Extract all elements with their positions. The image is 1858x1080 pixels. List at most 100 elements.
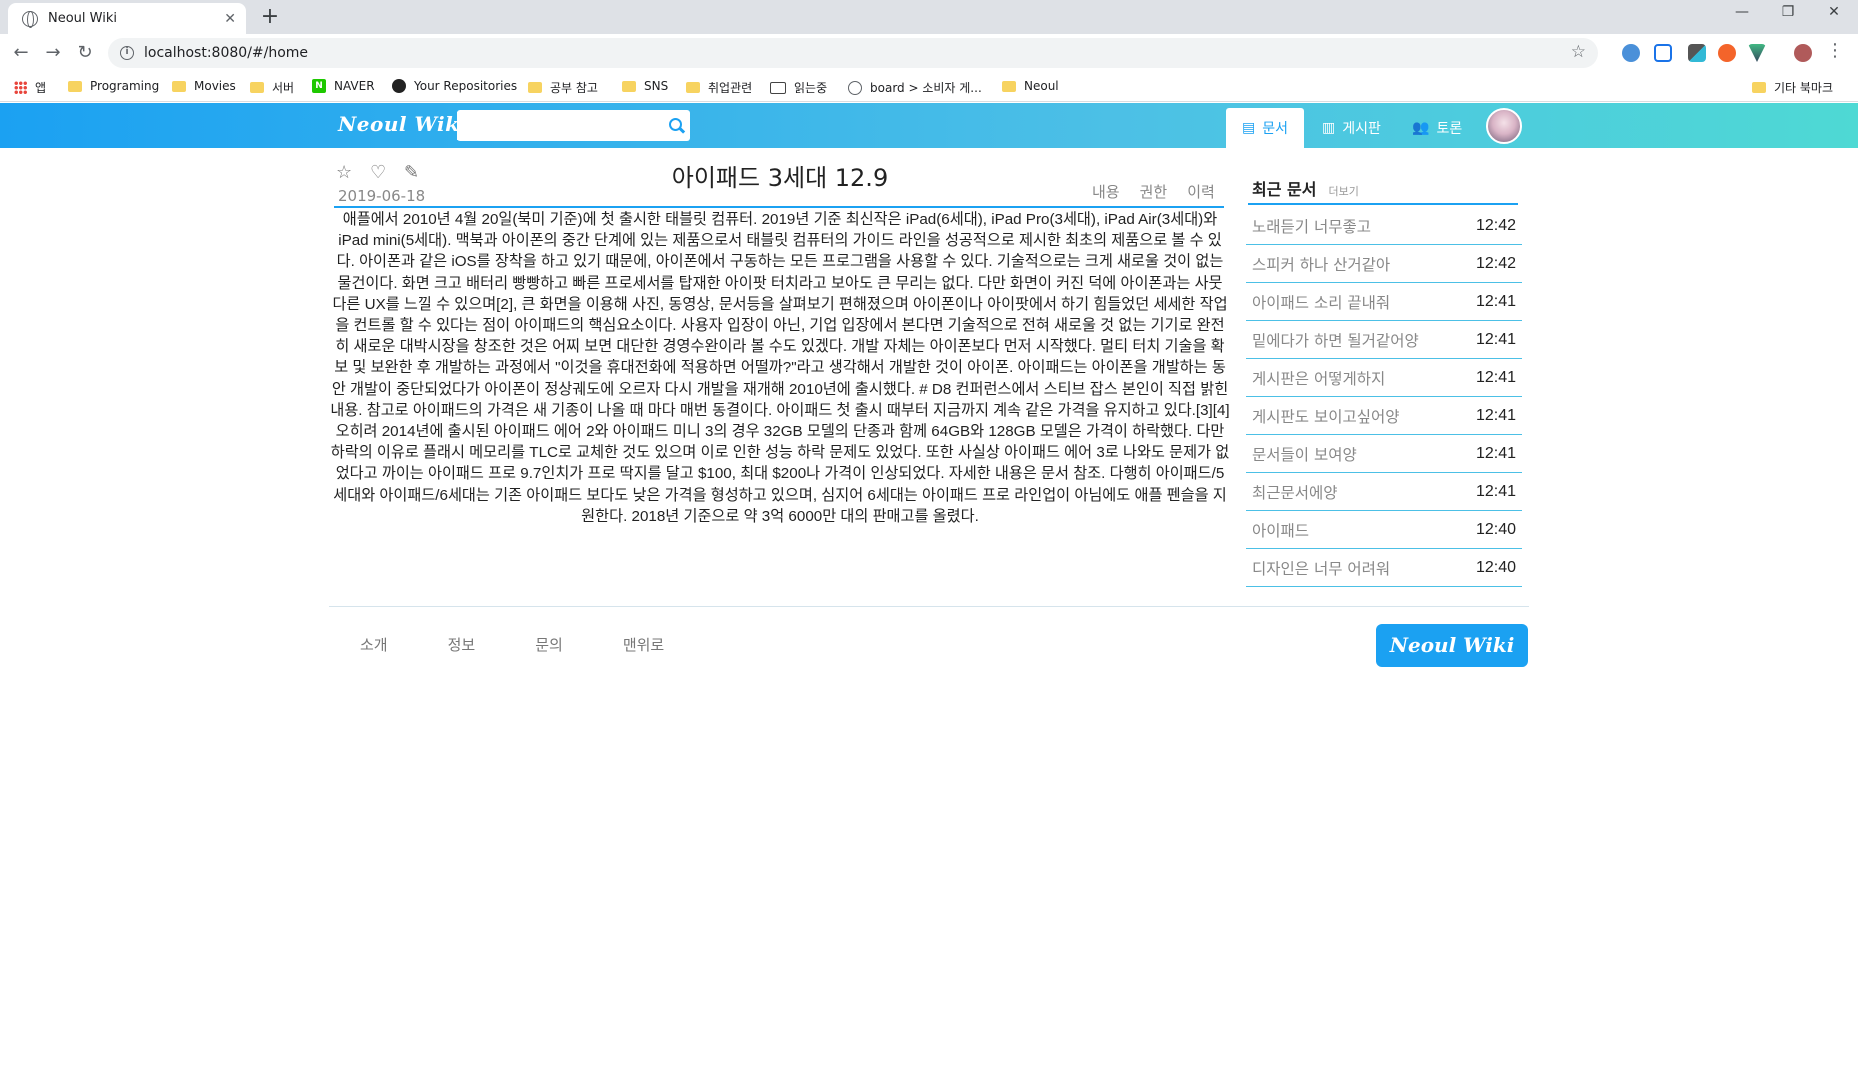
extension-orange-icon[interactable] (1718, 44, 1736, 62)
recent-docs-divider (1248, 203, 1518, 205)
profile-avatar-icon[interactable] (1794, 44, 1812, 62)
close-window-button[interactable]: ✕ (1814, 4, 1854, 20)
folder-icon (68, 80, 82, 92)
globe-icon (848, 80, 862, 95)
folder-icon (622, 80, 636, 92)
folder-icon (686, 82, 700, 93)
site-logo[interactable]: Neoul Wiki (338, 112, 468, 136)
recent-doc-item[interactable]: 아이패드 12:40 (1246, 511, 1522, 549)
tab-close-icon[interactable]: ✕ (224, 11, 236, 27)
nav-tab-discussion[interactable]: 👥 토론 (1396, 108, 1478, 148)
search-icon[interactable] (660, 111, 690, 141)
folder-icon (250, 82, 264, 93)
nav-tab-board[interactable]: ▥ 게시판 (1306, 108, 1397, 148)
footer-link-about[interactable]: 소개 (360, 634, 388, 655)
bookmark-naver[interactable]: N NAVER (312, 79, 375, 93)
bookmark-server[interactable]: 서버 (250, 79, 294, 96)
recent-doc-item[interactable]: 문서들이 보여양 12:41 (1246, 435, 1522, 473)
search-input[interactable] (457, 111, 660, 140)
edit-icon[interactable]: ✎ (404, 162, 422, 183)
recent-doc-item[interactable]: 디자인은 너무 어려워 12:40 (1246, 549, 1522, 587)
recent-docs-title: 최근 문서 (1252, 180, 1317, 199)
footer-logo[interactable]: Neoul Wiki (1376, 624, 1528, 667)
folder-icon (528, 82, 542, 93)
forward-arrow-icon[interactable]: → (40, 42, 66, 63)
footer-link-top[interactable]: 맨위로 (623, 634, 664, 655)
document-body: 애플에서 2010년 4월 20일(북미 기준)에 첫 출시한 태블릿 컴퓨터.… (330, 211, 1230, 525)
bookmark-study[interactable]: 공부 참고 (528, 79, 598, 96)
maximize-button[interactable]: ❐ (1768, 4, 1808, 20)
recent-doc-item[interactable]: 노래듣기 너무좋고 12:42 (1246, 207, 1522, 245)
site-header: Neoul Wiki ▤ 문서 ▥ 게시판 👥 토론 (0, 103, 1858, 148)
clipboard-icon: ▥ (1322, 120, 1336, 136)
browser-toolbar: ← → ↻ i localhost:8080/#/home ☆ ⋮ (0, 34, 1858, 72)
bookmark-jobs[interactable]: 취업관련 (686, 79, 752, 96)
recent-doc-item[interactable]: 게시판도 보이고싶어양 12:41 (1246, 397, 1522, 435)
recent-docs-list: 노래듣기 너무좋고 12:42 스피커 하나 산거같아 12:42 아이패드 소리 … (1246, 207, 1522, 587)
document-tabs: 내용 권한 이력 (1092, 181, 1215, 202)
document-divider (334, 206, 1224, 208)
users-icon: 👥 (1412, 120, 1430, 136)
info-icon[interactable]: i (120, 46, 134, 60)
folder-icon (1002, 80, 1016, 92)
vue-devtools-icon[interactable] (1748, 44, 1766, 62)
recent-doc-item[interactable]: 아이패드 소리 끝내줘 12:41 (1246, 283, 1522, 321)
address-bar[interactable]: i localhost:8080/#/home ☆ (108, 38, 1598, 68)
recent-doc-item[interactable]: 게시판은 어떻게하지 12:41 (1246, 359, 1522, 397)
footer-links: 소개 정보 문의 맨위로 (360, 634, 724, 655)
tab-permissions[interactable]: 권한 (1140, 181, 1168, 202)
minimize-button[interactable]: — (1722, 4, 1762, 20)
document-date: 2019-06-18 (338, 187, 426, 205)
nav-tab-label: 토론 (1436, 121, 1463, 137)
browser-tab-strip: Neoul Wiki ✕ + — ❐ ✕ (0, 0, 1858, 34)
bookmark-other[interactable]: 기타 북마크 (1752, 79, 1833, 96)
globe-icon (22, 10, 38, 28)
document-title: 아이패드 3세대 12.9 (671, 164, 889, 192)
url-text[interactable]: localhost:8080/#/home (144, 45, 308, 61)
nav-tab-documents[interactable]: ▤ 문서 (1226, 108, 1304, 148)
bookmark-neoul[interactable]: Neoul (1002, 79, 1059, 93)
reading-icon (770, 81, 786, 94)
bookmark-apps[interactable]: 앱 (14, 79, 46, 96)
browser-tab[interactable]: Neoul Wiki ✕ (8, 3, 246, 34)
heart-icon[interactable]: ♡ (370, 162, 388, 183)
extension-pen-icon[interactable] (1688, 44, 1706, 62)
github-icon (392, 79, 406, 93)
recent-docs-header: 최근 문서 더보기 (1252, 176, 1359, 200)
nav-tab-label: 게시판 (1342, 121, 1381, 137)
nav-tab-label: 문서 (1262, 121, 1288, 137)
tab-content[interactable]: 내용 (1092, 181, 1120, 202)
document-actions: ☆ ♡ ✎ (336, 162, 422, 183)
back-arrow-icon[interactable]: ← (8, 42, 34, 63)
extension-grid-icon[interactable] (1654, 44, 1672, 62)
document-icon: ▤ (1242, 120, 1256, 136)
folder-icon (1752, 82, 1766, 93)
recent-doc-item[interactable]: 밑에다가 하면 될거같어양 12:41 (1246, 321, 1522, 359)
star-icon[interactable]: ☆ (336, 162, 354, 183)
recent-doc-item[interactable]: 스피커 하나 산거같아 12:42 (1246, 245, 1522, 283)
naver-icon: N (312, 79, 326, 93)
footer-divider (329, 606, 1529, 607)
folder-icon (172, 80, 186, 92)
bookmark-board[interactable]: board > 소비자 게... (848, 79, 982, 96)
bookmark-star-icon[interactable]: ☆ (1571, 42, 1586, 62)
tab-title: Neoul Wiki (48, 11, 117, 26)
bookmark-reading[interactable]: 읽는중 (770, 79, 827, 96)
footer-link-info[interactable]: 정보 (448, 634, 476, 655)
bookmark-sns[interactable]: SNS (622, 79, 668, 93)
bookmarks-bar: 앱 Programing Movies 서버 N NAVER Your Repos… (0, 72, 1858, 102)
tab-history[interactable]: 이력 (1187, 181, 1215, 202)
bookmark-programing[interactable]: Programing (68, 79, 159, 93)
recent-doc-item[interactable]: 최근문서에양 12:41 (1246, 473, 1522, 511)
new-tab-button[interactable]: + (256, 6, 284, 30)
footer-link-contact[interactable]: 문의 (535, 634, 563, 655)
more-link[interactable]: 더보기 (1328, 183, 1358, 199)
bookmark-movies[interactable]: Movies (172, 79, 236, 93)
extension-globe-icon[interactable] (1622, 44, 1640, 62)
user-avatar[interactable] (1486, 108, 1522, 144)
menu-kebab-icon[interactable]: ⋮ (1822, 40, 1848, 61)
bookmark-repositories[interactable]: Your Repositories (392, 79, 517, 93)
apps-grid-icon (14, 81, 27, 94)
search-box (457, 110, 690, 141)
reload-icon[interactable]: ↻ (72, 42, 98, 63)
